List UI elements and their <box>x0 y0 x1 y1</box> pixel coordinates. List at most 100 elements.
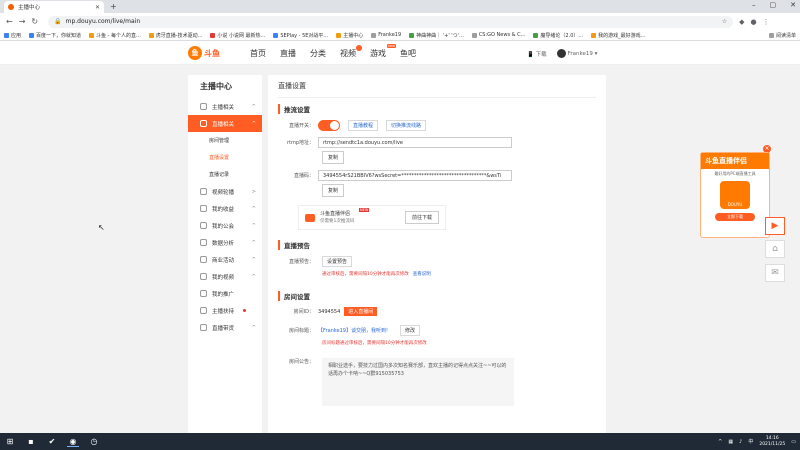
extensions-icon[interactable]: ◆ <box>739 18 744 26</box>
back-icon[interactable]: ← <box>6 17 13 26</box>
tutorial-button[interactable]: 直播教程 <box>348 120 379 131</box>
menu-icon[interactable]: ⋮ <box>763 18 770 26</box>
sidebar-item-videos[interactable]: 我的视频 ^ <box>188 268 262 285</box>
sidebar-item-guild[interactable]: 我的公会 ^ <box>188 217 262 234</box>
bookmark-item[interactable]: 百度一下，你就知道 <box>29 32 81 39</box>
nav-category[interactable]: 分类 <box>310 48 326 59</box>
ad-title: 斗鱼直播伴侣 <box>701 153 769 169</box>
sidebar-item-anchor[interactable]: 主播相关 ^ <box>188 98 262 115</box>
maximize-icon[interactable]: ▢ <box>770 1 777 9</box>
close-window-icon[interactable]: ✕ <box>790 1 796 9</box>
promo-title: 斗鱼直播伴侣 <box>320 210 351 217</box>
steam-icon[interactable]: ✔ <box>46 437 58 446</box>
reload-icon[interactable]: ↻ <box>31 17 38 26</box>
bookmark-star-icon[interactable]: ☆ <box>722 18 727 25</box>
sidebar-item-income[interactable]: 我的收益 ^ <box>188 200 262 217</box>
volume-icon[interactable]: ♪ <box>739 439 742 445</box>
briefcase-icon <box>200 256 207 263</box>
nav-fishbar[interactable]: 鱼吧 <box>400 48 416 59</box>
wallet-icon <box>200 205 207 212</box>
chrome-icon[interactable]: ◉ <box>67 437 79 447</box>
home-icon[interactable]: ⌂ <box>765 240 785 258</box>
nav-video[interactable]: 视频 <box>340 45 362 59</box>
edit-title-button[interactable]: 修改 <box>399 325 420 336</box>
header-right: 📱 下载 Franke19 ▾ <box>527 49 597 58</box>
section-stream: 推流设置 <box>278 104 596 114</box>
announcement-textarea[interactable]: 相职业选手，要技力过国内多次知名赛乐部，直欢主播的记得点点关注~~可以的话再办个… <box>322 358 514 406</box>
user-name: Franke19 <box>567 51 593 57</box>
bookmark-item[interactable]: 魔导绪论（2.0）... <box>533 32 583 39</box>
bookmark-item[interactable]: SEPlay - 5E对战平... <box>273 32 328 39</box>
app-icon[interactable]: ▪ <box>25 437 37 446</box>
ad-download-button[interactable]: 立即下载 <box>715 213 755 221</box>
download-companion-button[interactable]: 前往下载 <box>404 211 439 224</box>
bookmark-item[interactable]: 斗鱼 - 每个人的直... <box>89 32 141 39</box>
download-link[interactable]: 📱 下载 <box>527 50 547 58</box>
minimize-icon[interactable]: – <box>752 1 756 9</box>
copy-code-button[interactable]: 复制 <box>322 184 345 197</box>
bookmark-item[interactable]: 虎牙直播-技术驱动... <box>148 32 202 39</box>
view-description-link[interactable]: 查看说明 <box>413 272 431 277</box>
thumb-icon <box>200 307 207 314</box>
bookmark-item[interactable]: 小说 小说网 最新热... <box>210 32 265 39</box>
switch-line-button[interactable]: 切换推流线路 <box>386 120 427 131</box>
clock-app-icon[interactable]: ◷ <box>88 437 100 446</box>
nav-game[interactable]: 游戏 new <box>370 44 396 59</box>
browser-tab[interactable]: 主播中心 ✕ <box>4 1 104 13</box>
chevron-up-icon[interactable]: ^ <box>718 439 722 445</box>
stream-code-input[interactable]: 3494554rS21BBIV6?wsSecret=**************… <box>318 170 512 181</box>
video-icon <box>200 273 207 280</box>
switch-label: 直播开关： <box>288 123 314 129</box>
url-input[interactable]: 🔒 mp.douyu.com/live/main ☆ <box>48 15 734 28</box>
set-preview-button[interactable]: 设置预告 <box>322 256 353 267</box>
guild-icon <box>200 222 207 229</box>
user-menu[interactable]: Franke19 ▾ <box>556 49 597 58</box>
network-icon[interactable]: ▦ <box>728 439 733 445</box>
loop-icon <box>200 188 207 195</box>
copy-rtmp-button[interactable]: 复制 <box>322 151 345 164</box>
enter-room-button[interactable]: 进入直播间 <box>344 307 378 316</box>
sidebar-item-business[interactable]: 商业活动 ^ <box>188 251 262 268</box>
notification-icon[interactable]: ▭ <box>791 439 796 445</box>
section-preview: 直播预告 <box>278 240 596 250</box>
sidebar-sub-records[interactable]: 直播记录 <box>188 166 262 183</box>
sidebar-sub-settings[interactable]: 直播设置 <box>188 149 262 166</box>
page-title: 直播设置 <box>278 81 596 98</box>
forward-icon[interactable]: → <box>19 17 26 26</box>
sidebar-item-analytics[interactable]: 数据分析 ^ <box>188 234 262 251</box>
douyu-logo[interactable]: 鱼 斗鱼 <box>188 45 226 61</box>
bookmark-item[interactable]: 应用 <box>4 32 21 39</box>
live-switch-toggle[interactable] <box>318 120 340 131</box>
sidebar-title: 主播中心 <box>200 82 232 91</box>
download-label: 下载 <box>535 51 547 58</box>
sidebar-item-commerce[interactable]: 直播带货 ^ <box>188 319 262 336</box>
sidebar-item-video-loop[interactable]: 视频轮播 > <box>188 183 262 200</box>
clock[interactable]: 14:16 2021/11/25 <box>759 436 785 448</box>
feedback-icon[interactable]: ✉ <box>765 264 785 282</box>
profile-icon[interactable]: ● <box>751 18 757 26</box>
bookmark-item[interactable]: 主播中心 <box>336 32 363 39</box>
bookmark-item[interactable]: CS:GO News & C... <box>471 32 525 38</box>
new-tab-icon[interactable]: + <box>110 2 117 11</box>
rtmp-input[interactable]: rtmp://sendtc1a.douyu.com/live <box>318 137 512 148</box>
sidebar-sub-room[interactable]: 房间管理 <box>188 132 262 149</box>
notification-dot <box>243 309 246 312</box>
sidebar-item-promotion[interactable]: 我的推广 <box>188 285 262 302</box>
bookmark-item[interactable]: 我的游戏_最好游戏... <box>591 32 645 39</box>
nav-live[interactable]: 直播 <box>280 48 296 59</box>
room-title-value: 【Franke19】谈交朋，我听到! <box>318 328 388 334</box>
notification-dot <box>356 45 362 51</box>
reading-list[interactable]: 阅读清单 <box>768 32 796 39</box>
play-icon[interactable]: ▶ <box>765 217 785 235</box>
main-nav: 首页 直播 分类 视频 游戏 new 鱼吧 <box>250 44 416 59</box>
sidebar-item-live[interactable]: 直播相关 ^ <box>188 115 262 132</box>
windows-start-icon[interactable]: ⊞ <box>4 437 16 446</box>
bookmark-item[interactable]: 神曲神曲｜ '+' 'つ'... <box>409 32 464 39</box>
nav-home[interactable]: 首页 <box>250 48 266 59</box>
companion-ad[interactable]: 斗鱼直播伴侣 最好用的PC端直播工具 DOUYU 立即下载 <box>700 152 770 238</box>
sidebar-item-support[interactable]: 主播扶持 <box>188 302 262 319</box>
ime-icon[interactable]: 中 <box>748 438 753 445</box>
close-tab-icon[interactable]: ✕ <box>95 4 100 11</box>
bookmark-item[interactable]: Franke19 <box>371 32 401 38</box>
fish-logo-icon: 鱼 <box>188 46 202 60</box>
